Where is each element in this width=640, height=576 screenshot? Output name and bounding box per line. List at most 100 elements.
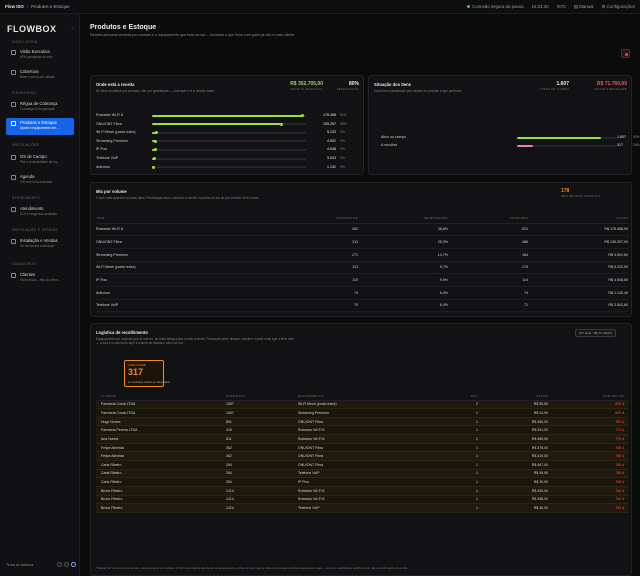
table-row[interactable]: Antivírus 74 6,4% 74 R$ 1.132,40 [96, 286, 628, 300]
table-cell: Felipe Almeida [96, 443, 226, 453]
table-row[interactable]: Farmácia Costa LTDA 1067 Wi-Fi Mesh (ponto… [96, 400, 628, 410]
table-row[interactable]: Bruno Ribeiro 1214 Roteador Wi-Fi 6 1 R$ 398… [96, 495, 628, 505]
revenue-bar-knob [154, 148, 158, 152]
column-header[interactable]: VALOR [478, 392, 548, 401]
table-row[interactable]: Hugo Nunes 891 ONU/ONT Fibra 1 R$ 455,00 783 … [96, 417, 628, 427]
table-row[interactable]: IP Fixo 110 9,5% 114 R$ 4.548,60 [96, 273, 628, 287]
table-cell: 1 [420, 486, 478, 496]
table-cell: R$ 59,60 [478, 400, 548, 410]
sun-icon[interactable] [57, 562, 62, 567]
sidebar-item-regua-cobranca[interactable]: Régua de Cobrança Cobrança e recuperação [6, 99, 74, 114]
monitor-icon[interactable] [71, 562, 76, 567]
table-cell: 70 [266, 299, 358, 313]
sidebar-item-visao-executiva[interactable]: Visão Executiva KPIs principais do mês [6, 47, 74, 62]
column-header[interactable]: PARADO HÁ [548, 392, 628, 401]
items-status-title: Situação dos itens [374, 82, 411, 87]
manual-link[interactable]: ▤ Manual [574, 4, 594, 10]
column-header[interactable]: ITEM [96, 214, 266, 224]
column-header[interactable]: PENETRAÇÃO [358, 214, 448, 224]
section-label: CADASTROS [12, 262, 37, 266]
table-row[interactable]: Felipe Almeida 362 ONU/ONT Fibra 1 R$ 375,00… [96, 443, 628, 453]
column-header[interactable]: CLIENTE [96, 392, 226, 401]
mix-subtitle: O que mais aparece na base ativa. Penetr… [96, 196, 260, 200]
table-cell: Farmácia Costa LTDA [96, 408, 226, 418]
sidebar-item-os-campo[interactable]: OS de Campo Fila e produtividade da eq... [6, 152, 74, 167]
table-cell: 416 [226, 425, 298, 436]
table-cell: 9,7% [358, 261, 448, 275]
table-row[interactable]: Carla Ribeiro 254 ONU/ONT Fibra 1 R$ 467,00 7… [96, 460, 628, 470]
sidebar-item-atendimento[interactable]: Atendimento SLA e carga dos analistas [6, 204, 74, 219]
status-bar-track [517, 144, 617, 147]
table-cell: 175 [448, 261, 528, 275]
column-header[interactable]: EQUIPAMENTO [298, 392, 420, 401]
table-cell: 1 [420, 451, 478, 461]
table-row[interactable]: Telefone VoIP 70 6,0% 71 R$ 3.542,60 [96, 299, 628, 313]
settings-link[interactable]: ⚙ Configurações [602, 4, 635, 10]
table-cell: 1 [420, 425, 478, 436]
table-row[interactable]: Bruno Ribeiro 1214 Roteador Wi-Fi 6 1 R$ 495… [96, 486, 628, 496]
revenue-row: Roteador Wi-Fi 6 178.458 51% [96, 112, 366, 119]
table-row[interactable]: Farmácia Pereira LTDA 416 Roteador Wi-Fi 6… [96, 425, 628, 436]
table-row[interactable]: Ana Nunes 811 Roteador Wi-Fi 6 1 R$ 489,00 77… [96, 434, 628, 444]
table-cell: 1 [420, 469, 478, 479]
table-row[interactable]: Felipe Almeida 362 ONU/ONT Fibra 1 R$ 319,00… [96, 451, 628, 461]
status-row-pct: 84% [633, 135, 640, 139]
main-content: Produtos e Estoque Receita adicional ven… [80, 14, 640, 576]
table-cell: 800 d [548, 400, 628, 410]
table-row[interactable]: Farmácia Costa LTDA 1067 Streaming Premium… [96, 408, 628, 418]
table-cell: 811 [226, 434, 298, 444]
chart-icon [11, 50, 16, 55]
column-header[interactable]: QTD [420, 392, 478, 401]
sidebar-item-agenda[interactable]: Agenda OS com hora marcada [6, 172, 74, 187]
table-cell: 254 [226, 460, 298, 470]
moon-icon[interactable] [64, 562, 69, 567]
table-cell: R$ 495,00 [478, 486, 548, 496]
table-cell: 1067 [226, 408, 298, 418]
logistics-title: Logística de recolhimento [96, 330, 148, 335]
users-icon [11, 273, 16, 278]
sidebar-item-instalacao-vendas[interactable]: Instalação e Vendas Do venda até a ativaç… [6, 236, 74, 251]
column-header[interactable]: VALOR [528, 214, 628, 224]
table-cell: Streaming Premium [298, 408, 420, 418]
table-cell: 754 d [548, 495, 628, 505]
sidebar-item-cobertura[interactable]: Cobertura Base e churn por cidade [6, 67, 74, 82]
revenue-row-name: Streaming Premium [96, 138, 128, 143]
sidebar-item-produtos-estoque[interactable]: Produtos e Estoque Upsell e equipamento e… [6, 118, 74, 135]
revenue-row-value: 3.543 [327, 156, 336, 160]
table-row[interactable]: Bruno Ribeiro 1214 Telefone VoIP 1 R$ 46,90 7… [96, 503, 628, 513]
table-row[interactable]: ONU/ONT Fibra 311 25,3% 486 R$ 155.297,00 [96, 235, 628, 249]
mix-card: Mix por volume O que mais aparece na bas… [90, 182, 632, 317]
revenue-row: ONU/ONT Fibra 155.297 44% [96, 121, 366, 128]
table-cell: Streaming Premium [96, 248, 266, 262]
table-cell: 1 [420, 503, 478, 513]
version-badge: IS72 [556, 4, 566, 9]
table-cell: 114 [448, 273, 528, 287]
table-cell: 254 [226, 469, 298, 479]
alert-badge[interactable] [621, 49, 630, 58]
footnote: "Parado há" conta os dias desde o cancel… [96, 566, 408, 570]
table-cell: 766 d [548, 477, 628, 487]
column-header[interactable]: CONTRATOS [266, 214, 358, 224]
column-header[interactable]: CONTRATO [226, 392, 298, 401]
table-cell: R$ 39,90 [478, 477, 548, 487]
table-row[interactable]: Streaming Premium 171 14,7% 184 R$ 4.501,60 [96, 248, 628, 262]
status-dot-icon [467, 5, 471, 8]
table-cell: ONU/ONT Fibra [298, 451, 420, 461]
table-row[interactable]: Carla Ribeiro 254 IP Fixo 1 R$ 39,90 766 d [96, 477, 628, 487]
table-cell: 6,4% [358, 286, 448, 300]
breadcrumb-current: Produtos e Estoque [31, 4, 70, 9]
revenue-row: Wi-Fi Mesh (ponto extra) 5.233 1% [96, 129, 366, 136]
status-row-name: A recolher [381, 143, 398, 147]
table-row[interactable]: Carla Ribeiro 254 Telefone VoIP 1 R$ 49,90 76… [96, 469, 628, 479]
table-row[interactable]: Wi-Fi Mesh (ponto extra) 113 9,7% 175 R$ 5.2… [96, 261, 628, 275]
table-cell: R$ 4.548,60 [528, 273, 628, 287]
column-header[interactable]: UNIDADES [448, 214, 528, 224]
app-brand[interactable]: Flow ISO [5, 4, 24, 9]
table-row[interactable]: Roteador Wi-Fi 6 452 36,8% 521 R$ 178.458,00 [96, 223, 628, 237]
revenue-bar-track [151, 165, 306, 169]
revenue-row: IP Fixo 4.548 1% [96, 146, 366, 153]
collapse-caret-icon[interactable]: ⌃ [71, 27, 74, 32]
sidebar-item-clientes[interactable]: Clientes Ficha única – tela do client... [6, 270, 74, 285]
table-cell: Roteador Wi-Fi 6 [298, 495, 420, 505]
status-bar-fill [517, 144, 533, 147]
